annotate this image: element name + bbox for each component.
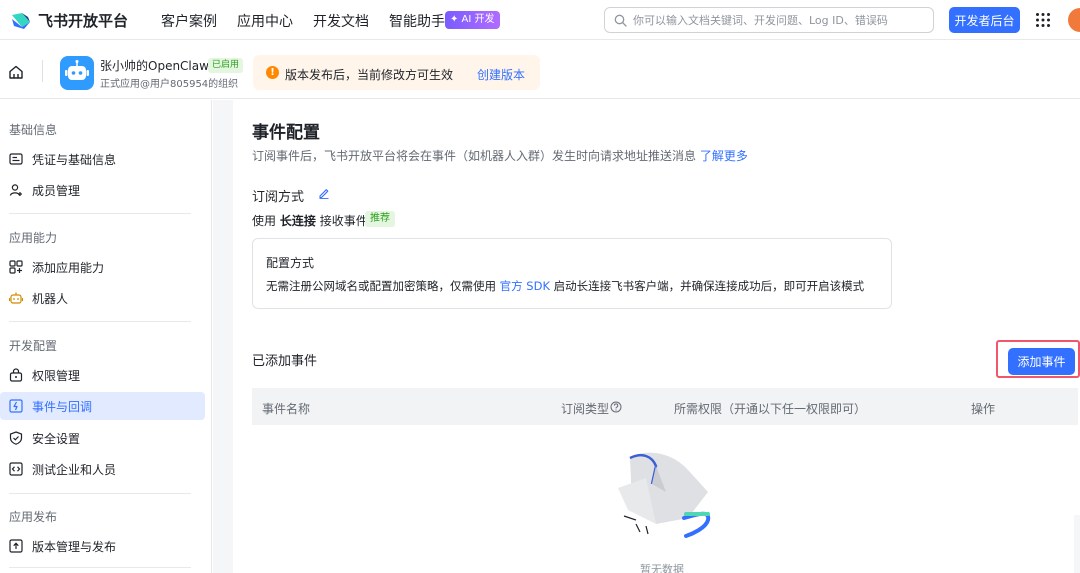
id-card-icon: [9, 153, 23, 165]
grid-add-icon: [9, 260, 23, 274]
sidebar-divider: [9, 321, 191, 322]
empty-state-text: 暂无数据: [640, 563, 684, 573]
mode-prefix: 使用: [252, 214, 277, 228]
version-notice-banner: ! 版本发布后，当前修改方可生效 创建版本: [253, 55, 540, 90]
app-avatar[interactable]: [60, 56, 94, 90]
brand-title[interactable]: 飞书开放平台: [38, 10, 128, 31]
sidebar-item-add-capability[interactable]: 添加应用能力: [0, 253, 205, 281]
search-input[interactable]: [633, 9, 929, 31]
app-info-bar: 张小帅的OpenClaw 已启用 正式应用@用户805954的组织 ! 版本发布…: [0, 41, 1080, 99]
page-title: 事件配置: [252, 123, 320, 143]
search-icon: [614, 14, 627, 27]
nav-customer-cases[interactable]: 客户案例: [161, 11, 217, 31]
column-event-name: 事件名称: [262, 402, 311, 416]
app-grid-icon[interactable]: [1035, 12, 1051, 28]
column-actions: 操作: [971, 402, 996, 416]
sidebar-item-members[interactable]: 成员管理: [0, 176, 205, 204]
mode-suffix: 接收事件: [319, 214, 368, 228]
sidebar-item-label: 测试企业和人员: [32, 463, 117, 477]
shield-check-icon: [9, 431, 23, 445]
sidebar-divider: [9, 213, 191, 214]
divider: [42, 60, 43, 82]
recommended-badge: 推荐: [365, 211, 395, 227]
ai-dev-badge: ✦ AI 开发: [445, 11, 500, 29]
sidebar-divider: [9, 493, 191, 494]
nav-smart-assistant[interactable]: 智能助手: [389, 11, 445, 31]
config-method-description: 无需注册公网域名或配置加密策略，仅需使用 官方 SDK 启动长连接飞书客户端，并…: [266, 278, 864, 294]
sidebar-divider: [9, 567, 191, 568]
sidebar-group-app-capability: 应用能力: [9, 231, 58, 245]
sidebar-item-label: 机器人: [32, 292, 69, 306]
official-sdk-link[interactable]: 官方 SDK: [500, 279, 550, 293]
sidebar-item-label: 凭证与基础信息: [32, 153, 117, 167]
developer-console-button[interactable]: 开发者后台: [949, 7, 1020, 33]
sidebar-item-credentials[interactable]: 凭证与基础信息: [0, 145, 205, 173]
page-description: 订阅事件后，飞书开放平台将会在事件（如机器人入群）发生时向请求地址推送消息 了解…: [252, 147, 748, 164]
mode-value: 长连接: [279, 214, 316, 228]
create-version-link[interactable]: 创建版本: [477, 66, 525, 83]
config-desc-prefix: 无需注册公网域名或配置加密策略，仅需使用: [266, 279, 496, 293]
robot-icon: [65, 60, 89, 80]
user-avatar[interactable]: [1068, 8, 1080, 32]
warning-icon: !: [266, 66, 279, 79]
feishu-logo-icon[interactable]: [10, 9, 32, 31]
sidebar-group-app-release: 应用发布: [9, 510, 58, 524]
sidebar-item-label: 添加应用能力: [32, 261, 105, 275]
home-icon[interactable]: [8, 64, 24, 80]
config-method-box: 配置方式 无需注册公网域名或配置加密策略，仅需使用 官方 SDK 启动长连接飞书…: [252, 238, 892, 309]
sidebar-item-events-callbacks[interactable]: 事件与回调: [0, 392, 205, 420]
sidebar-group-dev-config: 开发配置: [9, 339, 58, 353]
robot-icon: [9, 292, 23, 304]
code-box-icon: [9, 462, 23, 476]
config-method-title: 配置方式: [266, 256, 315, 270]
sidebar-item-version-release[interactable]: 版本管理与发布: [0, 532, 205, 560]
sidebar-item-bot[interactable]: 机器人: [0, 284, 205, 312]
column-required-permissions: 所需权限（开通以下任一权限即可）: [674, 402, 867, 416]
config-desc-suffix: 启动长连接飞书客户端，并确保连接成功后，即可开启该模式: [553, 279, 865, 293]
sidebar-item-label: 权限管理: [32, 369, 81, 383]
sidebar: 基础信息 凭证与基础信息 成员管理 应用能力 添加应用能力 机器人 开发配置 权…: [0, 100, 212, 573]
nav-app-center[interactable]: 应用中心: [237, 11, 293, 31]
lock-box-icon: [9, 368, 23, 382]
sidebar-group-basic-info: 基础信息: [9, 123, 58, 137]
app-name: 张小帅的OpenClaw: [100, 59, 209, 73]
add-event-button[interactable]: 添加事件: [1008, 348, 1075, 375]
sidebar-item-test-enterprise[interactable]: 测试企业和人员: [0, 455, 205, 483]
scroll-edge: [1074, 515, 1080, 573]
sidebar-item-label: 事件与回调: [32, 400, 93, 414]
user-add-icon: [9, 184, 22, 196]
edit-icon[interactable]: [318, 187, 330, 199]
event-box-icon: [9, 399, 23, 413]
app-organization: 正式应用@用户805954的组织: [100, 79, 239, 90]
subscribe-mode-line: 使用 长连接 接收事件: [252, 212, 368, 229]
empty-box-illustration-icon: [618, 452, 711, 538]
nav-dev-docs[interactable]: 开发文档: [313, 11, 369, 31]
sidebar-item-permissions[interactable]: 权限管理: [0, 361, 205, 389]
sidebar-item-security[interactable]: 安全设置: [0, 424, 205, 452]
help-icon[interactable]: [610, 401, 622, 413]
sidebar-item-label: 版本管理与发布: [32, 540, 117, 554]
status-badge: 已启用: [208, 58, 244, 73]
sidebar-item-label: 安全设置: [32, 432, 81, 446]
sidebar-item-label: 成员管理: [32, 184, 81, 198]
learn-more-link[interactable]: 了解更多: [700, 149, 748, 163]
description-text: 订阅事件后，飞书开放平台将会在事件（如机器人入群）发生时向请求地址推送消息: [252, 149, 697, 163]
subscribe-mode-title: 订阅方式: [252, 190, 305, 205]
search-box[interactable]: [604, 7, 934, 33]
upload-box-icon: [9, 539, 23, 553]
events-table-header: 事件名称 订阅类型 所需权限（开通以下任一权限即可） 操作: [252, 388, 1078, 425]
added-events-title: 已添加事件: [252, 354, 318, 369]
column-subscription-type: 订阅类型: [561, 402, 610, 416]
top-navigation-bar: 飞书开放平台 客户案例 应用中心 开发文档 智能助手 ✦ AI 开发 开发者后台: [0, 0, 1080, 40]
notice-text: 版本发布后，当前修改方可生效: [285, 68, 454, 82]
